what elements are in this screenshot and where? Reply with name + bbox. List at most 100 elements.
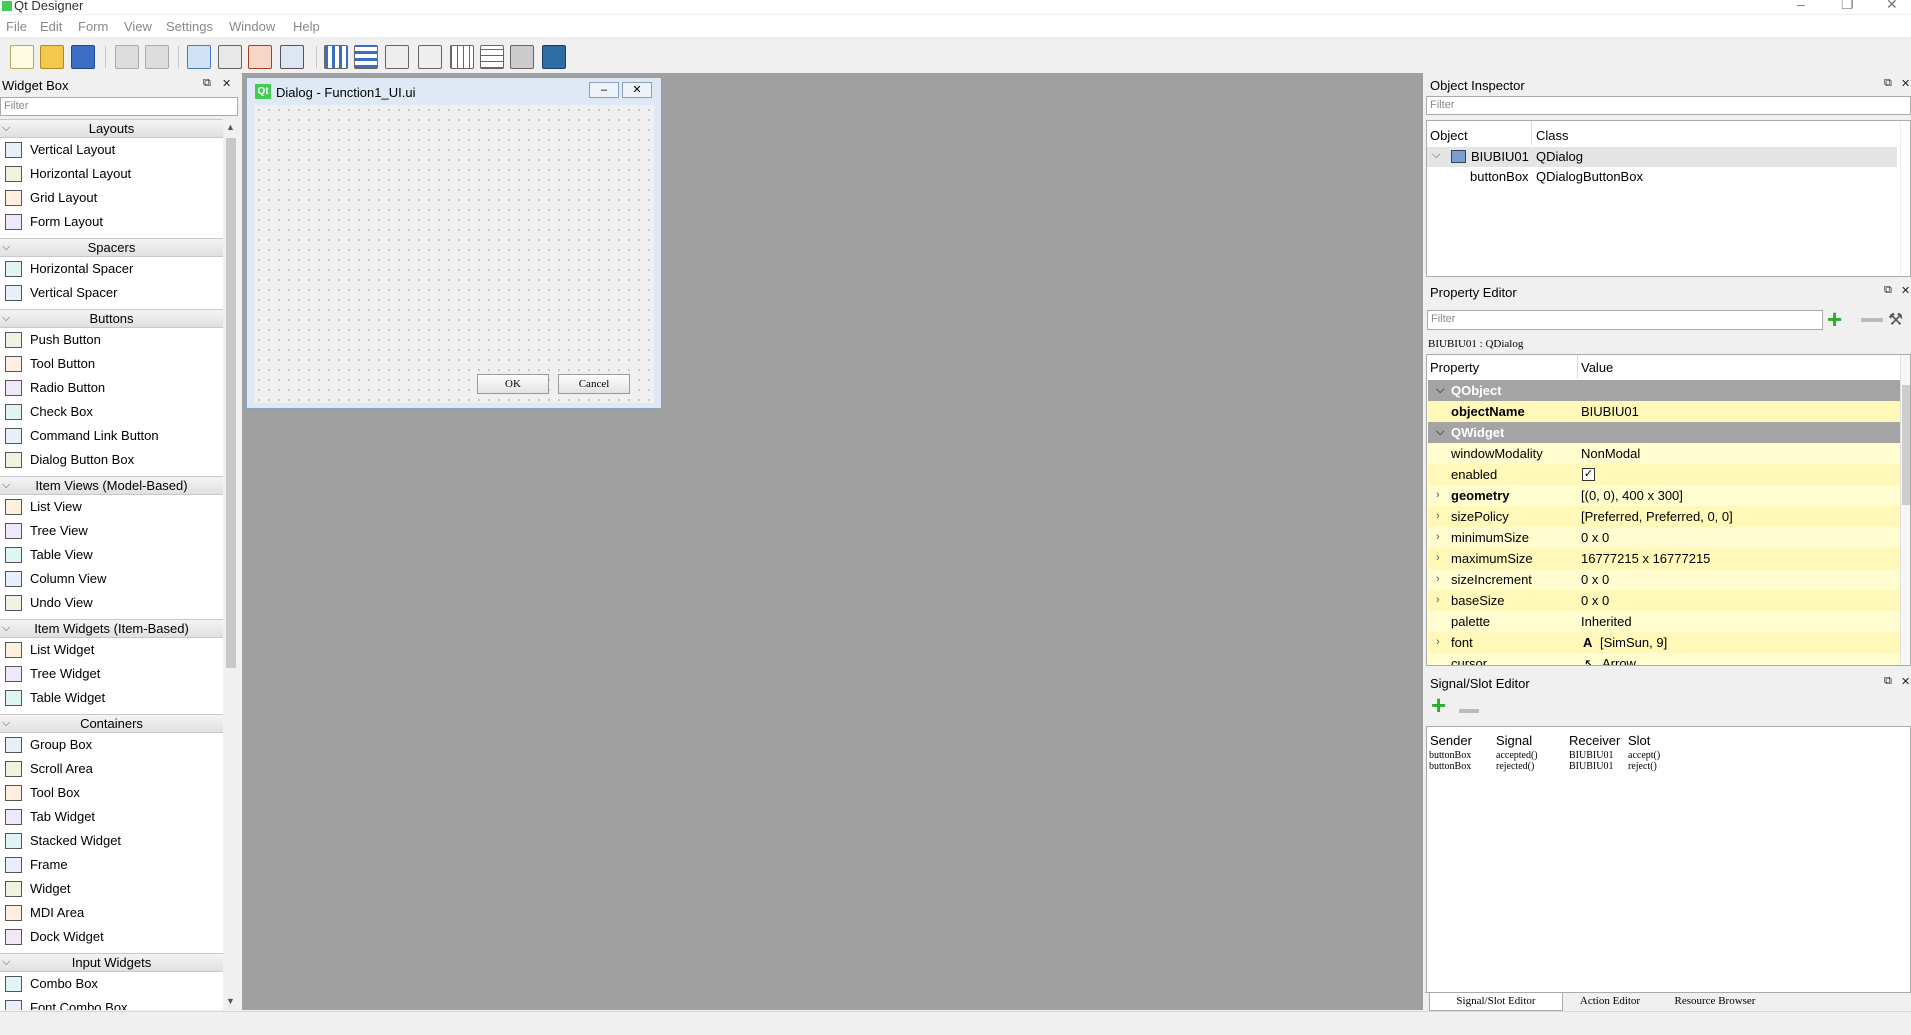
- expand-arrow-icon[interactable]: ›: [1436, 632, 1440, 653]
- widget-item[interactable]: List Widget: [0, 638, 223, 662]
- tab-signal-slot-editor[interactable]: Signal/Slot Editor: [1429, 993, 1563, 1011]
- scroll-down-icon[interactable]: ▼: [226, 996, 235, 1006]
- widget-item[interactable]: Undo View: [0, 591, 223, 615]
- category-header[interactable]: ⌵ Item Views (Model-Based): [0, 476, 223, 495]
- category-header[interactable]: ⌵ Containers: [0, 714, 223, 733]
- menu-settings[interactable]: Settings: [166, 19, 213, 34]
- widget-filter-input[interactable]: Filter: [0, 97, 238, 116]
- widget-item[interactable]: Combo Box: [0, 972, 223, 996]
- collapse-arrow-icon[interactable]: ⌵: [1436, 380, 1444, 401]
- widget-item[interactable]: Push Button: [0, 328, 223, 352]
- property-row[interactable]: › minimumSize 0 x 0: [1428, 527, 1902, 548]
- configure-icon[interactable]: ⚒: [1888, 310, 1903, 330]
- send-to-back-icon[interactable]: [115, 45, 139, 69]
- open-file-icon[interactable]: [40, 45, 64, 69]
- widget-item[interactable]: Tree Widget: [0, 662, 223, 686]
- widget-item[interactable]: Vertical Spacer: [0, 281, 223, 305]
- widget-item[interactable]: Table Widget: [0, 686, 223, 710]
- widget-item[interactable]: Grid Layout: [0, 186, 223, 210]
- property-value[interactable]: [SimSun, 9]: [1600, 632, 1667, 653]
- expand-arrow-icon[interactable]: ›: [1436, 527, 1440, 548]
- form-window[interactable]: Qt Dialog - Function1_UI.ui – ✕ OK Cance…: [246, 77, 662, 409]
- widget-item[interactable]: Dialog Button Box: [0, 448, 223, 472]
- property-value[interactable]: Arrow: [1602, 653, 1636, 665]
- property-row[interactable]: › baseSize 0 x 0: [1428, 590, 1902, 611]
- section-qobject[interactable]: ⌵ QObject: [1428, 380, 1902, 401]
- property-value[interactable]: [(0, 0), 400 x 300]: [1581, 485, 1683, 506]
- category-header[interactable]: ⌵ Spacers: [0, 238, 223, 257]
- menu-edit[interactable]: Edit: [40, 19, 62, 34]
- widget-item[interactable]: Vertical Layout: [0, 138, 223, 162]
- minimize-icon[interactable]: –: [1797, 0, 1805, 12]
- section-qwidget[interactable]: ⌵ QWidget: [1428, 422, 1902, 443]
- property-value[interactable]: [Preferred, Preferred, 0, 0]: [1581, 506, 1733, 527]
- form-canvas[interactable]: OK Cancel: [254, 105, 654, 403]
- widget-item[interactable]: List View: [0, 495, 223, 519]
- category-header[interactable]: ⌵ Item Widgets (Item-Based): [0, 619, 223, 638]
- float-icon[interactable]: ⧉: [1884, 284, 1892, 297]
- property-value[interactable]: 0 x 0: [1581, 569, 1609, 590]
- widget-item[interactable]: Widget: [0, 877, 223, 901]
- close-icon[interactable]: ✕: [222, 77, 231, 90]
- edit-widgets-icon[interactable]: [187, 45, 211, 69]
- object-filter-input[interactable]: Filter: [1426, 96, 1911, 115]
- widget-item[interactable]: Column View: [0, 567, 223, 591]
- collapse-arrow-icon[interactable]: ⌵: [2, 120, 10, 137]
- expand-arrow-icon[interactable]: ›: [1436, 506, 1440, 527]
- category-header[interactable]: ⌵ Layouts: [0, 119, 223, 138]
- property-value[interactable]: NonModal: [1581, 443, 1640, 464]
- edit-tab-order-icon[interactable]: [280, 45, 304, 69]
- edit-buddies-icon[interactable]: [248, 45, 272, 69]
- float-icon[interactable]: ⧉: [1884, 675, 1892, 688]
- break-layout-icon[interactable]: [510, 45, 534, 69]
- widget-item[interactable]: Font Combo Box: [0, 996, 223, 1010]
- remove-dynamic-property-icon[interactable]: [1861, 318, 1883, 322]
- col-receiver-header[interactable]: Receiver: [1569, 733, 1620, 748]
- menu-file[interactable]: File: [6, 19, 27, 34]
- property-table-scrollbar[interactable]: [1900, 355, 1910, 665]
- expand-arrow-icon[interactable]: ›: [1436, 569, 1440, 590]
- col-property-header[interactable]: Property: [1430, 360, 1479, 375]
- widget-item[interactable]: Scroll Area: [0, 757, 223, 781]
- widget-item[interactable]: Dock Widget: [0, 925, 223, 949]
- property-row[interactable]: › sizePolicy [Preferred, Preferred, 0, 0]: [1428, 506, 1902, 527]
- widget-item[interactable]: Command Link Button: [0, 424, 223, 448]
- property-value[interactable]: BIUBIU01: [1581, 401, 1639, 422]
- menu-view[interactable]: View: [124, 19, 152, 34]
- cancel-button[interactable]: Cancel: [558, 374, 630, 394]
- property-row[interactable]: palette Inherited: [1428, 611, 1902, 632]
- collapse-arrow-icon[interactable]: ⌵: [2, 715, 10, 732]
- save-icon[interactable]: [71, 45, 95, 69]
- form-minimize-icon[interactable]: –: [589, 82, 619, 98]
- property-row[interactable]: › sizeIncrement 0 x 0: [1428, 569, 1902, 590]
- widget-item[interactable]: Radio Button: [0, 376, 223, 400]
- scrollbar-thumb[interactable]: [226, 138, 236, 668]
- property-row[interactable]: windowModality NonModal: [1428, 443, 1902, 464]
- enabled-checkbox[interactable]: ✓: [1582, 468, 1595, 481]
- add-connection-icon[interactable]: +: [1431, 692, 1446, 718]
- horizontal-splitter-icon[interactable]: [385, 45, 409, 69]
- expand-arrow-icon[interactable]: ›: [1436, 485, 1440, 506]
- form-layout-icon[interactable]: [480, 45, 504, 69]
- adjust-size-icon[interactable]: [542, 45, 566, 69]
- col-class-header[interactable]: Class: [1536, 128, 1569, 143]
- add-dynamic-property-icon[interactable]: +: [1827, 306, 1842, 332]
- scroll-up-icon[interactable]: ▲: [226, 122, 235, 132]
- widget-item[interactable]: Form Layout: [0, 210, 223, 234]
- expand-arrow-icon[interactable]: ›: [1436, 590, 1440, 611]
- property-value[interactable]: 16777215 x 16777215: [1581, 548, 1710, 569]
- widget-item[interactable]: Tool Button: [0, 352, 223, 376]
- widget-item[interactable]: Frame: [0, 853, 223, 877]
- expand-arrow-icon[interactable]: ›: [1436, 548, 1440, 569]
- widget-item[interactable]: Tab Widget: [0, 805, 223, 829]
- collapse-arrow-icon[interactable]: ⌵: [2, 239, 10, 256]
- property-row[interactable]: › maximumSize 16777215 x 16777215: [1428, 548, 1902, 569]
- float-icon[interactable]: ⧉: [203, 77, 211, 90]
- connection-row[interactable]: buttonBox rejected() BIUBIU01 reject(): [1429, 761, 1899, 773]
- form-close-icon[interactable]: ✕: [622, 82, 652, 98]
- lay-out-horizontally-icon[interactable]: [324, 45, 348, 69]
- edit-signals-slots-icon[interactable]: [218, 45, 242, 69]
- scrollbar-thumb[interactable]: [1902, 385, 1910, 505]
- ok-button[interactable]: OK: [477, 374, 549, 394]
- widget-item[interactable]: Check Box: [0, 400, 223, 424]
